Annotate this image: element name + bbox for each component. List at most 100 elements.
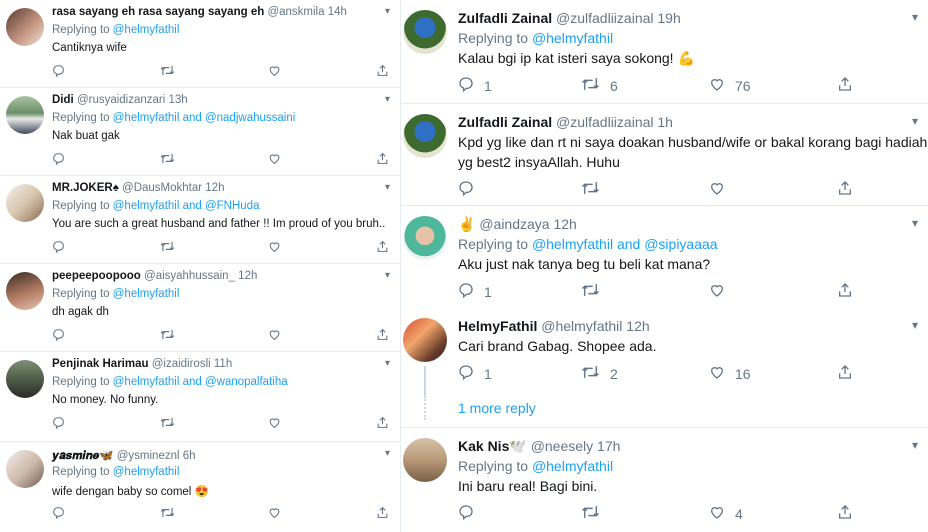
mention-link[interactable]: @helmyfathil (532, 458, 613, 474)
tweet-author-name[interactable]: MR.JOKER♠ (52, 182, 119, 194)
retweet-button[interactable] (160, 64, 175, 80)
tweet-author-handle[interactable]: @DausMokhtar (122, 182, 202, 194)
reply-button[interactable] (52, 416, 65, 432)
avatar[interactable] (6, 8, 44, 46)
mention-link[interactable]: @helmyfathil (532, 30, 613, 46)
reply-button[interactable] (52, 506, 65, 522)
avatar[interactable] (6, 450, 44, 488)
tweet-author-handle[interactable]: @aindzaya (479, 216, 549, 232)
retweet-button[interactable] (581, 282, 600, 301)
tweet[interactable]: Zulfadli Zainal @zulfadliizainal 1h ▾ Kp… (401, 104, 928, 206)
tweet-author-handle[interactable]: @zulfadliizainal (556, 114, 653, 130)
tweet-timestamp[interactable]: 14h (328, 6, 347, 18)
retweet-button[interactable]: 2 (581, 364, 618, 383)
avatar[interactable] (403, 114, 447, 158)
tweet-timestamp[interactable]: 1h (657, 114, 673, 130)
tweet-author-handle[interactable]: @aisyahhussain_ (144, 270, 235, 282)
tweet-author-name[interactable]: Zulfadli Zainal (458, 10, 552, 26)
share-button[interactable] (376, 240, 389, 256)
share-button[interactable] (376, 328, 389, 344)
avatar[interactable] (6, 184, 44, 222)
mention-link[interactable]: @helmyfathil and @wanopalfatiha (113, 376, 288, 388)
like-button[interactable] (709, 282, 725, 301)
tweet[interactable]: Didi @rusyaidizanzari 13h ▾ Replying to … (0, 88, 400, 176)
mention-link[interactable]: @helmyfathil (113, 24, 180, 36)
tweet[interactable]: Zulfadli Zainal @zulfadliizainal 19h ▾ R… (401, 0, 928, 104)
chevron-down-icon[interactable]: ▾ (912, 114, 918, 128)
tweet-timestamp[interactable]: 17h (597, 438, 620, 454)
avatar[interactable] (6, 96, 44, 134)
tweet-timestamp[interactable]: 11h (214, 358, 232, 370)
tweet[interactable]: rasa sayang eh rasa sayang sayang eh @an… (0, 0, 400, 88)
share-button[interactable] (837, 364, 853, 383)
chevron-down-icon[interactable]: ▾ (912, 10, 918, 24)
tweet-author-handle[interactable]: @zulfadliizainal (556, 10, 653, 26)
reply-button[interactable] (52, 64, 65, 80)
tweet-timestamp[interactable]: 12h (238, 270, 257, 282)
chevron-down-icon[interactable]: ▾ (385, 6, 390, 17)
like-button[interactable] (268, 152, 281, 168)
tweet-author-name[interactable]: Penjinak Harimau (52, 358, 149, 370)
like-button[interactable] (268, 64, 281, 80)
reply-button[interactable] (458, 504, 474, 523)
reply-button[interactable] (458, 180, 474, 199)
share-button[interactable] (376, 152, 389, 168)
like-button[interactable] (268, 416, 281, 432)
like-button[interactable] (268, 506, 281, 522)
share-button[interactable] (837, 504, 853, 523)
like-button[interactable]: 16 (709, 364, 751, 383)
retweet-button[interactable]: 6 (581, 76, 618, 95)
mention-link[interactable]: @helmyfathil and @nadjwahussaini (113, 112, 296, 124)
chevron-down-icon[interactable]: ▾ (385, 182, 390, 193)
share-button[interactable] (376, 416, 389, 432)
like-button[interactable] (268, 328, 281, 344)
chevron-down-icon[interactable]: ▾ (912, 318, 918, 332)
tweet-author-handle[interactable]: @ysmineznl (117, 450, 180, 462)
like-button[interactable]: 4 (709, 504, 743, 523)
retweet-button[interactable] (160, 152, 175, 168)
chevron-down-icon[interactable]: ▾ (912, 438, 918, 452)
avatar[interactable] (403, 216, 447, 260)
tweet-author-handle[interactable]: @izaidirosli (152, 358, 211, 370)
tweet-timestamp[interactable]: 12h (205, 182, 224, 194)
like-button[interactable] (709, 180, 725, 199)
tweet-author-name[interactable]: Didi (52, 94, 74, 106)
avatar[interactable] (6, 360, 44, 398)
reply-button[interactable]: 1 (458, 76, 492, 95)
like-button[interactable] (268, 240, 281, 256)
tweet-author-handle[interactable]: @neesely (531, 438, 593, 454)
retweet-button[interactable] (581, 504, 600, 523)
avatar[interactable] (403, 10, 447, 54)
tweet-timestamp[interactable]: 6h (183, 450, 196, 462)
retweet-button[interactable] (160, 416, 175, 432)
avatar[interactable] (403, 318, 447, 362)
reply-button[interactable] (52, 240, 65, 256)
tweet-author-name[interactable]: Zulfadli Zainal (458, 114, 552, 130)
share-button[interactable] (376, 506, 389, 522)
tweet[interactable]: ✌️ @aindzaya 12h ▾ Replying to @helmyfat… (401, 206, 928, 308)
reply-button[interactable] (52, 152, 65, 168)
retweet-button[interactable] (581, 180, 600, 199)
avatar[interactable] (403, 438, 447, 482)
tweet-author-handle[interactable]: @anskmila (267, 6, 324, 18)
tweet[interactable]: HelmyFathil @helmyfathil 12h ▾ Cari bran… (401, 308, 928, 428)
retweet-button[interactable] (160, 506, 175, 522)
tweet-author-handle[interactable]: @rusyaidizanzari (77, 94, 165, 106)
tweet-timestamp[interactable]: 12h (553, 216, 576, 232)
like-button[interactable]: 76 (709, 76, 751, 95)
tweet[interactable]: Kak Nis🕊️ @neesely 17h ▾ Replying to @he… (401, 428, 928, 532)
chevron-down-icon[interactable]: ▾ (912, 216, 918, 230)
avatar[interactable] (6, 272, 44, 310)
retweet-button[interactable] (160, 328, 175, 344)
tweet-author-name[interactable]: peepeepoopooo (52, 270, 141, 282)
tweet-author-name[interactable]: rasa sayang eh rasa sayang sayang eh (52, 6, 264, 18)
tweet-author-name[interactable]: Kak Nis🕊️ (458, 438, 527, 454)
mention-link[interactable]: @helmyfathil (113, 288, 180, 300)
retweet-button[interactable] (160, 240, 175, 256)
reply-button[interactable] (52, 328, 65, 344)
share-button[interactable] (837, 76, 853, 95)
tweet-timestamp[interactable]: 13h (169, 94, 188, 106)
mention-link[interactable]: @helmyfathil (113, 466, 180, 478)
tweet-author-name[interactable]: 𝒚𝒂𝒔𝒎𝒊𝒏𝒆🦋 (52, 450, 114, 462)
tweet-author-name[interactable]: HelmyFathil (458, 318, 537, 334)
